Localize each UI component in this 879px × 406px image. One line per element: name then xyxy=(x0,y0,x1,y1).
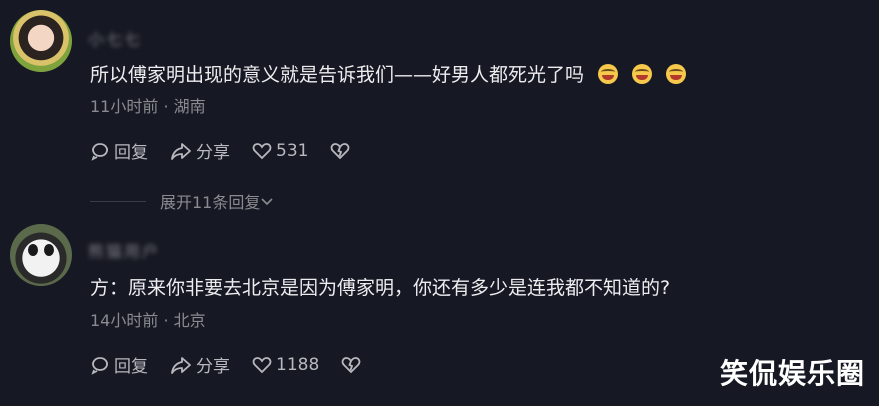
comment-location: 湖南 xyxy=(173,97,206,116)
username[interactable]: 小七七 xyxy=(88,26,142,50)
reply-icon xyxy=(91,142,108,161)
chevron-down-icon xyxy=(261,198,273,206)
broken-heart-icon xyxy=(331,142,350,159)
username[interactable]: 熊猫用户 xyxy=(88,238,160,262)
comment-location: 北京 xyxy=(173,311,206,330)
avatar[interactable] xyxy=(10,224,72,286)
comment-actions: 回复 分享 1188 xyxy=(90,352,387,377)
comment-text: 方：原来你非要去北京是因为傅家明，你还有多少是连我都不知道的? xyxy=(90,277,671,299)
reply-button[interactable]: 回复 xyxy=(90,352,148,377)
comment-time: 14小时前 xyxy=(90,311,159,330)
avatar[interactable] xyxy=(10,10,72,72)
share-icon xyxy=(171,142,191,160)
laughing-crying-emoji-icon xyxy=(632,64,653,84)
share-button[interactable]: 分享 xyxy=(170,352,230,377)
heart-icon xyxy=(252,356,272,373)
dislike-button[interactable] xyxy=(330,141,354,161)
meta-separator: · xyxy=(163,97,169,116)
heart-icon xyxy=(252,142,272,159)
share-label: 分享 xyxy=(196,357,230,377)
expand-replies-label: 展开11条回复 xyxy=(160,193,261,212)
share-button[interactable]: 分享 xyxy=(170,138,230,163)
watermark: 笑侃娱乐圈 xyxy=(720,357,866,390)
like-count: 531 xyxy=(276,140,309,161)
expand-replies-button[interactable]: 展开11条回复 xyxy=(90,189,274,213)
laughing-crying-emoji-icon xyxy=(598,64,619,84)
comment-text-content: 所以傅家明出现的意义就是告诉我们——好男人都死光了吗 xyxy=(90,64,585,86)
reply-label: 回复 xyxy=(114,357,148,377)
reply-label: 回复 xyxy=(114,143,148,163)
like-button[interactable]: 531 xyxy=(252,141,308,161)
comment-text: 所以傅家明出现的意义就是告诉我们——好男人都死光了吗 xyxy=(90,60,687,87)
comment-actions: 回复 分享 531 xyxy=(90,138,376,163)
share-label: 分享 xyxy=(196,143,230,163)
divider xyxy=(90,200,146,202)
reply-button[interactable]: 回复 xyxy=(90,138,148,163)
share-icon xyxy=(171,356,191,374)
comment-time: 11小时前 xyxy=(90,97,159,116)
comment-meta: 11小时前 · 湖南 xyxy=(90,93,206,117)
broken-heart-icon xyxy=(341,356,361,373)
like-count: 1188 xyxy=(276,354,320,375)
laughing-crying-emoji-icon xyxy=(666,64,687,84)
dislike-button[interactable] xyxy=(341,355,365,375)
meta-separator: · xyxy=(163,311,169,330)
comment-meta: 14小时前 · 北京 xyxy=(90,307,206,331)
like-button[interactable]: 1188 xyxy=(252,355,319,375)
reply-icon xyxy=(91,356,108,375)
